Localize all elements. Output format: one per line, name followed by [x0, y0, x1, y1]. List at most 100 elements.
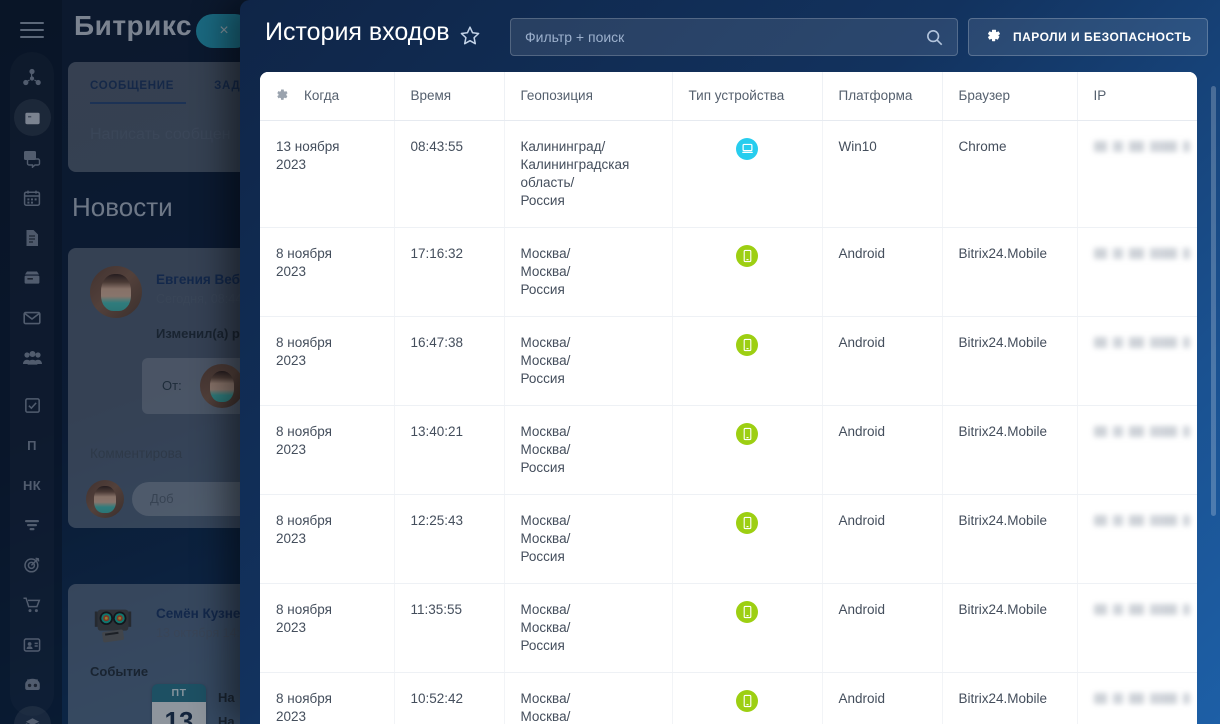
- cell-browser: Chrome: [942, 120, 1078, 228]
- ip-redacted: [1093, 603, 1190, 615]
- ip-redacted: [1093, 425, 1190, 437]
- ip-redacted: [1093, 692, 1190, 704]
- column-header-label: Тип устройства: [688, 88, 785, 104]
- cell-time: 12:25:43: [394, 494, 505, 584]
- cell-time: 11:35:55: [394, 583, 505, 673]
- search-icon: [925, 28, 944, 52]
- table-row[interactable]: 8 ноября202310:52:42Москва/Москва/Россия…: [260, 672, 1197, 724]
- panel-header: История входов Фильтр + поиск ПАРОЛИ И Б…: [240, 0, 1220, 72]
- column-header-device-type[interactable]: Тип устройства: [672, 72, 823, 121]
- cell-time: 16:47:38: [394, 316, 505, 406]
- table-row[interactable]: 8 ноября 2023 17:16:32 Москва/Москва/Россия…: [260, 227, 1197, 317]
- panel-scrollbar[interactable]: [1211, 86, 1216, 516]
- cell-device-type: [672, 316, 823, 406]
- cell-time: 13:40:21: [394, 405, 505, 495]
- cell-when: 8 ноября 2023: [260, 583, 395, 673]
- cell-geo: Москва/Москва/Россия: [504, 672, 673, 724]
- cell-when: 8 ноября 2023: [260, 494, 395, 584]
- cell-platform: Android: [822, 316, 943, 406]
- column-header-browser[interactable]: Браузер: [942, 72, 1078, 121]
- cell-time: 08:43:55: [394, 120, 505, 228]
- cell-platform: Android: [822, 672, 943, 724]
- cell-ip: [1077, 316, 1197, 406]
- cell-browser: Bitrix24.Mobile: [942, 227, 1078, 317]
- cell-ip: [1077, 405, 1197, 495]
- cell-geo: Москва/Москва/Россия: [504, 316, 673, 406]
- column-header-label: Браузер: [958, 88, 1011, 104]
- gear-icon[interactable]: [274, 87, 290, 106]
- column-header-label: Геопозиция: [520, 88, 593, 104]
- passwords-security-button[interactable]: ПАРОЛИ И БЕЗОПАСНОСТЬ: [968, 18, 1209, 56]
- column-header-platform[interactable]: Платформа: [822, 72, 943, 121]
- cell-device-type: [672, 494, 823, 584]
- gear-icon: [985, 27, 1002, 47]
- mobile-phone-icon: [736, 422, 758, 445]
- mobile-phone-icon: [736, 333, 758, 356]
- favorite-button[interactable]: [458, 24, 482, 48]
- page-title: История входов: [265, 18, 450, 46]
- ip-redacted: [1093, 514, 1190, 526]
- cell-ip: [1077, 672, 1197, 724]
- login-history-panel: История входов Фильтр + поиск ПАРОЛИ И Б…: [240, 0, 1220, 724]
- cell-when: 8 ноября 2023: [260, 227, 395, 317]
- table-body: 13 ноября 2023 08:43:55 Калининград/Калинин…: [260, 120, 1197, 724]
- cell-when: 8 ноября 2023: [260, 316, 395, 406]
- screen: Битрикс 24 × СООБЩЕНИЕ ЗАДА Написать соо…: [0, 0, 1220, 724]
- table-header-row: Когда Время Геопозиция Тип устройства Пл…: [260, 72, 1197, 121]
- table-row[interactable]: 8 ноября 2023 11:35:55 Москва/Москва/Россия…: [260, 583, 1197, 673]
- table-head: Когда Время Геопозиция Тип устройства Пл…: [260, 72, 1197, 121]
- cell-platform: Android: [822, 583, 943, 673]
- cell-time: 17:16:32: [394, 227, 505, 317]
- ip-redacted: [1093, 336, 1190, 348]
- table-row[interactable]: 8 ноября 2023 16:47:38 Москва/Москва/Россия…: [260, 316, 1197, 406]
- column-header-when[interactable]: Когда: [260, 72, 395, 121]
- cell-ip: [1077, 583, 1197, 673]
- login-history-table-card: Когда Время Геопозиция Тип устройства Пл…: [260, 72, 1197, 724]
- column-header-label: Когда: [304, 88, 340, 104]
- cell-platform: Android: [822, 494, 943, 584]
- ip-redacted: [1093, 140, 1190, 152]
- column-header-label: IP: [1093, 88, 1107, 104]
- column-header-label: Время: [410, 88, 452, 104]
- cell-browser: Bitrix24.Mobile: [942, 494, 1078, 584]
- cell-browser: Bitrix24.Mobile: [942, 316, 1078, 406]
- column-header-label: Платформа: [838, 88, 913, 104]
- cell-browser: Bitrix24.Mobile: [942, 583, 1078, 673]
- cell-when: 8 ноября 2023: [260, 405, 395, 495]
- cell-geo: Москва/Москва/Россия: [504, 405, 673, 495]
- cell-platform: Android: [822, 227, 943, 317]
- table-row[interactable]: 13 ноября 2023 08:43:55 Калининград/Калинин…: [260, 120, 1197, 228]
- cell-geo: Москва/Москва/Россия: [504, 227, 673, 317]
- passwords-security-label: ПАРОЛИ И БЕЗОПАСНОСТЬ: [1013, 30, 1192, 44]
- desktop-icon: [736, 137, 758, 160]
- cell-browser: Bitrix24.Mobile: [942, 405, 1078, 495]
- cell-time: 10:52:42: [394, 672, 505, 724]
- cell-ip: [1077, 227, 1197, 317]
- mobile-phone-icon: [736, 244, 758, 267]
- column-header-time[interactable]: Время: [394, 72, 505, 121]
- cell-geo: Калининград/Калининградская область/Росс…: [504, 120, 673, 228]
- cell-device-type: [672, 583, 823, 673]
- cell-platform: Win10: [822, 120, 943, 228]
- cell-ip: [1077, 494, 1197, 584]
- cell-when: 13 ноября 2023: [260, 120, 395, 228]
- column-header-geo[interactable]: Геопозиция: [504, 72, 673, 121]
- login-history-table: Когда Время Геопозиция Тип устройства Пл…: [260, 72, 1197, 724]
- cell-device-type: [672, 405, 823, 495]
- cell-when: 8 ноября 2023: [260, 672, 395, 724]
- ip-redacted: [1093, 247, 1190, 259]
- cell-platform: Android: [822, 405, 943, 495]
- cell-geo: Москва/Москва/Россия: [504, 583, 673, 673]
- table-row[interactable]: 8 ноября 2023 13:40:21 Москва/Москва/Россия…: [260, 405, 1197, 495]
- star-icon: [460, 26, 480, 45]
- cell-geo: Москва/Москва/Россия: [504, 494, 673, 584]
- mobile-phone-icon: [736, 600, 758, 623]
- column-header-ip[interactable]: IP: [1077, 72, 1197, 121]
- mobile-phone-icon: [736, 689, 758, 712]
- search-field[interactable]: [510, 18, 958, 56]
- search-input[interactable]: [525, 19, 915, 55]
- table-row[interactable]: 8 ноября 2023 12:25:43 Москва/Москва/Россия…: [260, 494, 1197, 584]
- cell-ip: [1077, 120, 1197, 228]
- mobile-phone-icon: [736, 511, 758, 534]
- cell-device-type: [672, 227, 823, 317]
